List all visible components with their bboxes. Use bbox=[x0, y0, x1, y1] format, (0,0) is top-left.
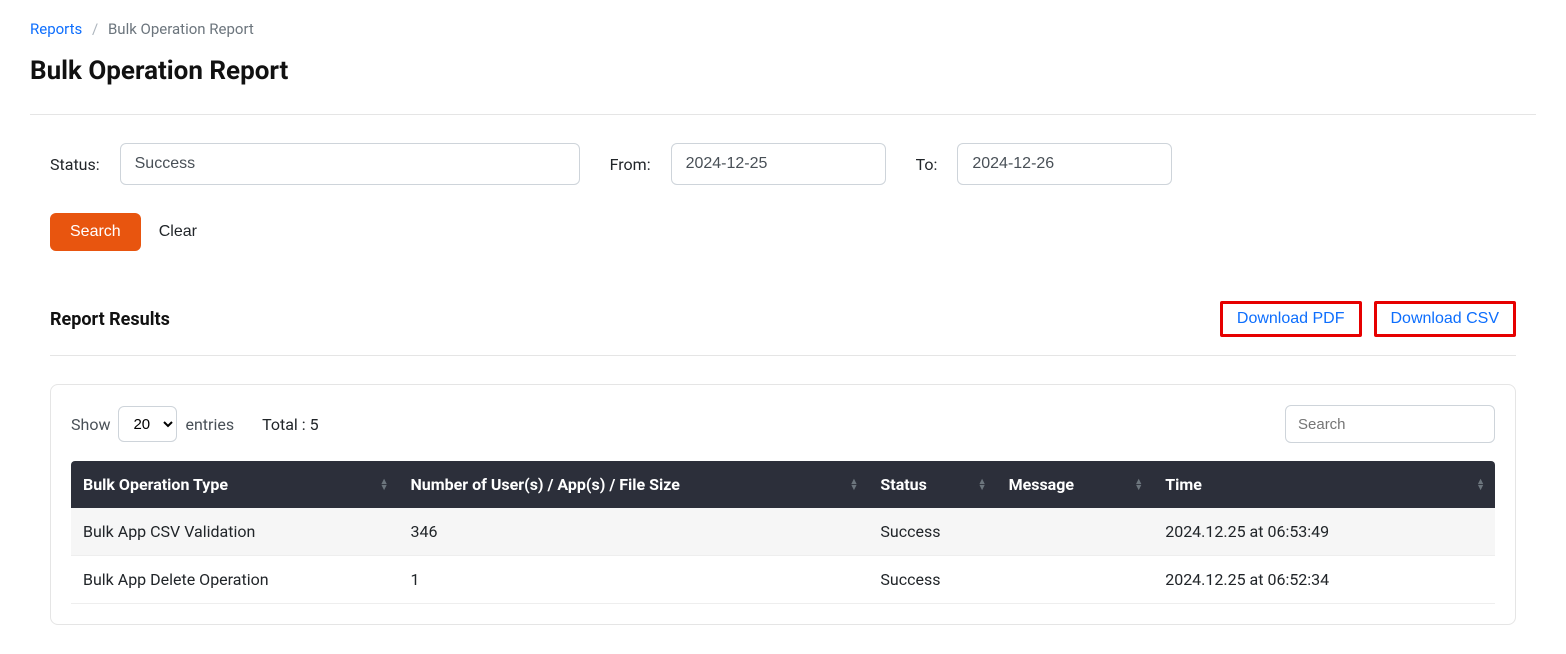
sort-icon: ▲▼ bbox=[850, 479, 859, 491]
total-count: Total : 5 bbox=[262, 415, 319, 434]
sort-icon: ▲▼ bbox=[1134, 479, 1143, 491]
cell-message bbox=[997, 508, 1154, 556]
table-row: Bulk App Delete Operation 1 Success 2024… bbox=[71, 556, 1495, 604]
sort-icon: ▲▼ bbox=[380, 479, 389, 491]
cell-count: 1 bbox=[399, 556, 869, 604]
results-divider bbox=[50, 355, 1516, 356]
breadcrumb-separator: / bbox=[92, 20, 98, 38]
page-title: Bulk Operation Report bbox=[30, 56, 1536, 86]
breadcrumb: Reports / Bulk Operation Report bbox=[30, 20, 1536, 38]
table-header-row: Bulk Operation Type ▲▼ Number of User(s)… bbox=[71, 461, 1495, 508]
breadcrumb-parent-link[interactable]: Reports bbox=[30, 20, 82, 38]
col-time[interactable]: Time ▲▼ bbox=[1153, 461, 1495, 508]
cell-time: 2024.12.25 at 06:53:49 bbox=[1153, 508, 1495, 556]
cell-status: Success bbox=[868, 508, 996, 556]
col-operation-type[interactable]: Bulk Operation Type ▲▼ bbox=[71, 461, 399, 508]
status-input[interactable] bbox=[120, 143, 580, 185]
cell-status: Success bbox=[868, 556, 996, 604]
sort-icon: ▲▼ bbox=[978, 479, 987, 491]
table-row: Bulk App CSV Validation 346 Success 2024… bbox=[71, 508, 1495, 556]
show-entries: Show 20 entries bbox=[71, 406, 234, 442]
status-label: Status: bbox=[50, 155, 100, 174]
clear-button[interactable]: Clear bbox=[159, 223, 197, 241]
table-search-input[interactable] bbox=[1285, 405, 1495, 443]
download-pdf-button[interactable]: Download PDF bbox=[1220, 301, 1362, 337]
download-group: Download PDF Download CSV bbox=[1220, 301, 1516, 337]
sort-icon: ▲▼ bbox=[1476, 479, 1485, 491]
to-label: To: bbox=[916, 155, 938, 174]
results-header: Report Results Download PDF Download CSV bbox=[30, 301, 1536, 337]
entries-select[interactable]: 20 bbox=[118, 406, 177, 442]
entries-label: entries bbox=[185, 415, 234, 434]
filter-row: Status: From: To: bbox=[30, 143, 1536, 185]
results-title: Report Results bbox=[50, 309, 170, 330]
status-filter: Status: bbox=[50, 143, 580, 185]
col-status[interactable]: Status ▲▼ bbox=[868, 461, 996, 508]
cell-count: 346 bbox=[399, 508, 869, 556]
col-count[interactable]: Number of User(s) / App(s) / File Size ▲… bbox=[399, 461, 869, 508]
left-controls: Show 20 entries Total : 5 bbox=[71, 406, 319, 442]
filter-buttons: Search Clear bbox=[30, 213, 1536, 251]
cell-message bbox=[997, 556, 1154, 604]
cell-type: Bulk App CSV Validation bbox=[71, 508, 399, 556]
title-divider bbox=[30, 114, 1536, 115]
from-date-input[interactable] bbox=[671, 143, 886, 185]
from-filter: From: bbox=[610, 143, 886, 185]
from-label: From: bbox=[610, 155, 651, 174]
download-csv-button[interactable]: Download CSV bbox=[1374, 301, 1517, 337]
table-controls: Show 20 entries Total : 5 bbox=[71, 405, 1495, 443]
col-message[interactable]: Message ▲▼ bbox=[997, 461, 1154, 508]
breadcrumb-current: Bulk Operation Report bbox=[108, 20, 254, 38]
cell-type: Bulk App Delete Operation bbox=[71, 556, 399, 604]
to-filter: To: bbox=[916, 143, 1173, 185]
to-date-input[interactable] bbox=[957, 143, 1172, 185]
cell-time: 2024.12.25 at 06:52:34 bbox=[1153, 556, 1495, 604]
show-label: Show bbox=[71, 415, 110, 434]
search-button[interactable]: Search bbox=[50, 213, 141, 251]
results-table: Bulk Operation Type ▲▼ Number of User(s)… bbox=[71, 461, 1495, 604]
table-card: Show 20 entries Total : 5 Bulk Operation… bbox=[50, 384, 1516, 625]
